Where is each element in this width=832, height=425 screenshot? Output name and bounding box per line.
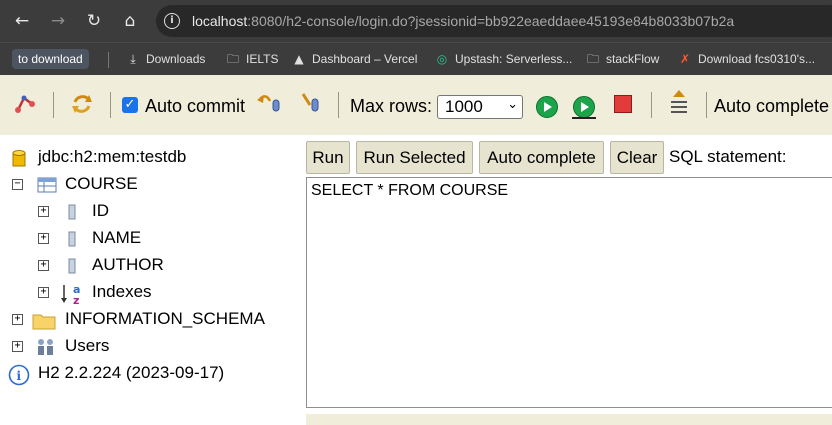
bookmark-vercel[interactable]: ▲ Dashboard – Vercel: [292, 51, 417, 67]
svg-text:i: i: [17, 369, 22, 383]
bookmark-downloads[interactable]: ⤓ Downloads: [126, 51, 205, 67]
clear-button[interactable]: Clear: [610, 141, 664, 174]
bookmark-stackflow[interactable]: 🗀 stackFlow: [586, 51, 659, 67]
download-icon: ⤓: [130, 52, 136, 66]
schema-tree: jdbc:h2:mem:testdb − COURSE + ID + NAME …: [0, 140, 300, 425]
toolbar-separator: [338, 92, 339, 118]
refresh-icon[interactable]: [70, 92, 94, 116]
toolbar-separator: [651, 92, 652, 118]
run-selected-underline-icon: [572, 117, 596, 119]
vercel-icon: ▲: [294, 52, 304, 66]
bookmark-upstash[interactable]: ◎ Upstash: Serverless...: [435, 51, 573, 67]
sql-statement-text[interactable]: SELECT * FROM COURSE: [311, 182, 508, 200]
expand-icon[interactable]: +: [38, 260, 49, 271]
toolbar-separator: [53, 92, 54, 118]
expand-icon[interactable]: +: [12, 314, 23, 325]
rollback-icon[interactable]: [256, 91, 282, 113]
commit-icon[interactable]: [300, 91, 324, 115]
max-rows-label: Max rows:: [350, 96, 433, 116]
stop-icon[interactable]: [614, 95, 632, 113]
expand-icon[interactable]: +: [38, 206, 49, 217]
toolbar-separator: [110, 92, 111, 118]
svg-text:z: z: [73, 294, 79, 306]
expand-icon[interactable]: +: [38, 287, 49, 298]
collapse-icon[interactable]: −: [12, 179, 23, 190]
expand-icon[interactable]: +: [12, 341, 23, 352]
bookmark-download-fcs[interactable]: ✗ Download fcs0310's...: [678, 51, 815, 67]
arrow-left-icon[interactable]: ←: [12, 11, 32, 31]
run-selected-button[interactable]: Run Selected: [356, 141, 473, 174]
arrow-right-icon[interactable]: →: [48, 11, 68, 31]
users-icon: [38, 339, 53, 355]
auto-commit-checkbox[interactable]: ✓: [122, 97, 138, 113]
history-icon[interactable]: [668, 88, 690, 118]
bookmarks-divider: [108, 52, 109, 68]
h2-toolbar: ✓ Auto commit Max rows: 1000 ⌄ Auto comp…: [0, 75, 832, 135]
folder-icon: 🗀: [586, 52, 599, 66]
folder-icon: 🗀: [226, 52, 239, 66]
column-icon: [68, 231, 76, 247]
sql-editor[interactable]: SELECT * FROM COURSE: [306, 177, 832, 408]
database-icon: [12, 150, 26, 167]
run-icon[interactable]: [536, 96, 558, 118]
home-icon[interactable]: ⌂: [120, 11, 140, 31]
sort-az-icon: a z: [61, 283, 80, 306]
toolbar-separator: [706, 92, 707, 118]
bookmark-to-download[interactable]: to download: [12, 49, 89, 69]
sql-statement-label: SQL statement:: [669, 147, 787, 166]
results-area-top: [306, 414, 832, 425]
column-icon: [68, 204, 76, 220]
url-text[interactable]: localhost:8080/h2-console/login.do?jsess…: [192, 13, 734, 29]
expand-icon[interactable]: +: [38, 233, 49, 244]
upstash-icon: ◎: [436, 52, 448, 66]
column-icon: [68, 258, 76, 274]
browser-address-row: ← → ↻ ⌂ i localhost:8080/h2-console/logi…: [0, 0, 832, 42]
x-logo-icon: ✗: [679, 52, 691, 66]
reload-icon[interactable]: ↻: [84, 11, 104, 31]
run-button[interactable]: Run: [306, 141, 350, 174]
auto-complete-button[interactable]: Auto complete: [479, 141, 604, 174]
address-bar[interactable]: i localhost:8080/h2-console/login.do?jse…: [156, 5, 832, 37]
disconnect-icon[interactable]: [14, 92, 36, 114]
site-info-icon[interactable]: i: [164, 13, 180, 29]
auto-complete-label: Auto complete: [714, 96, 830, 116]
auto-commit-label: Auto commit: [145, 96, 246, 116]
folder-icon: [32, 314, 56, 330]
chevron-down-icon: ⌄: [507, 97, 518, 112]
table-icon: [37, 177, 57, 193]
info-icon: i: [8, 364, 30, 386]
max-rows-select[interactable]: 1000 ⌄: [437, 95, 523, 119]
bookmarks-bar: to download ⤓ Downloads 🗀 IELTS ▲ Dashboard…: [0, 42, 832, 75]
bookmark-ielts[interactable]: 🗀 IELTS: [226, 51, 278, 67]
